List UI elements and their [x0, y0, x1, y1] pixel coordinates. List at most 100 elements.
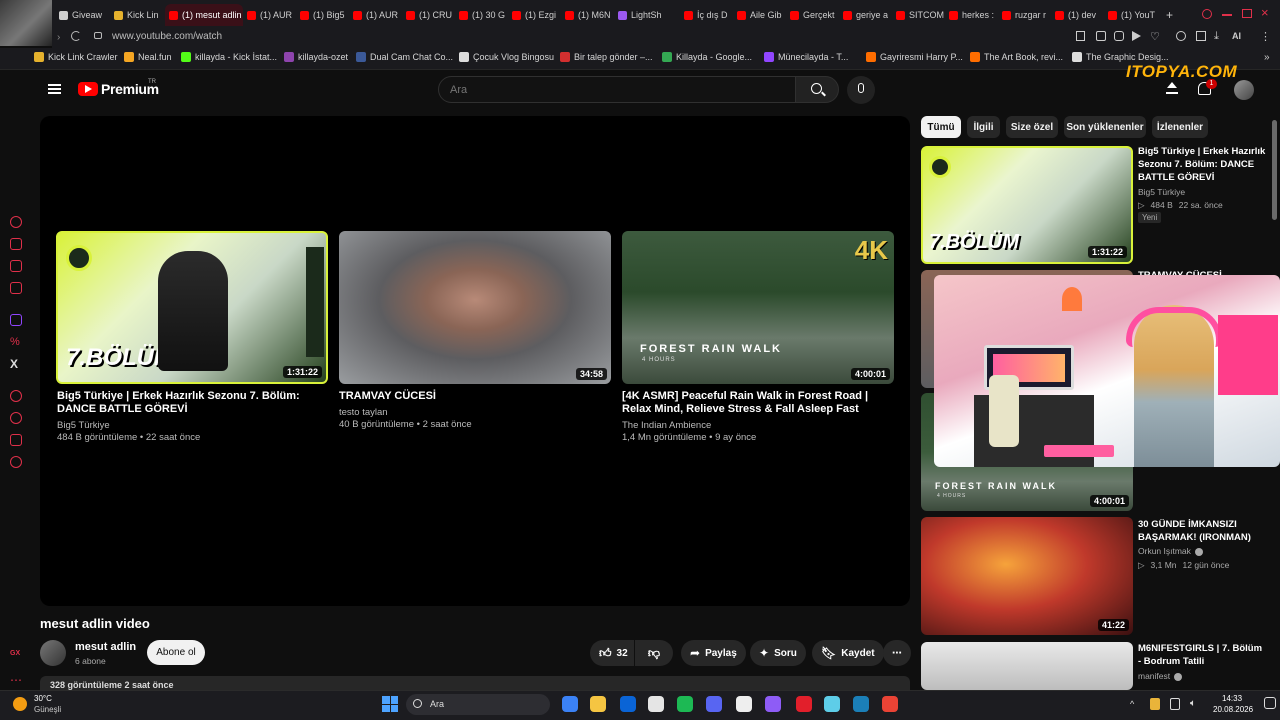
bookmark-item[interactable]: Bir talep gönder –...	[560, 52, 653, 62]
browser-tab[interactable]: (1) CRU	[402, 4, 455, 26]
browser-tab[interactable]: Gerçekt	[786, 4, 839, 26]
tray-app-icon[interactable]	[1150, 698, 1160, 710]
app-g-icon[interactable]	[736, 696, 752, 712]
more-actions-button[interactable]: ⋯	[883, 640, 911, 666]
x-icon[interactable]: X	[10, 358, 22, 370]
notepad-icon[interactable]	[824, 696, 840, 712]
bookmark-item[interactable]: The Art Book, revi...	[970, 52, 1063, 62]
browser-tab[interactable]: (1) mesut adlin	[165, 4, 243, 26]
outlook-icon[interactable]	[620, 696, 636, 712]
subscribe-button[interactable]: Abone ol	[147, 640, 205, 665]
description-box[interactable]: 328 görüntüleme 2 saat önce	[40, 676, 910, 690]
suggestion-title-2[interactable]: TRAMVAY CÜCESİ	[339, 390, 611, 403]
sidebar-channel-1[interactable]: Big5 Türkiye	[1138, 186, 1185, 199]
bookmark-item[interactable]: Killayda - Google...	[662, 52, 752, 62]
cube-icon[interactable]	[10, 434, 22, 446]
shield-icon[interactable]	[1114, 31, 1124, 41]
browser-tab[interactable]: geriye a	[839, 4, 892, 26]
bookmark-item[interactable]: Kick Link Crawler	[34, 52, 118, 62]
sidebar-channel-4[interactable]: Orkun Işıtmak	[1138, 545, 1203, 558]
suggestion-title-3[interactable]: [4K ASMR] Peaceful Rain Walk in Forest R…	[622, 390, 894, 416]
dislike-button[interactable]: 👎︎	[635, 640, 673, 666]
browser-tab[interactable]: (1) AUR	[243, 4, 296, 26]
sidebar-channel-5[interactable]: manifest	[1138, 670, 1183, 683]
voice-search-button[interactable]	[847, 76, 875, 104]
browser-tab[interactable]: (1) YouT	[1104, 4, 1157, 26]
sidebar-thumb-5[interactable]	[921, 642, 1133, 690]
browser-tab[interactable]: İç dış D	[680, 4, 733, 26]
gx-icon[interactable]: GX	[10, 650, 22, 662]
heart-icon[interactable]: ♡	[1150, 30, 1160, 43]
taskbar-search[interactable]	[406, 694, 550, 715]
player-icon[interactable]	[10, 390, 22, 402]
tray-overflow-icon[interactable]: ^	[1130, 699, 1134, 709]
suggestion-title-1[interactable]: Big5 Türkiye | Erkek Hazırlık Sezonu 7. …	[57, 390, 329, 416]
browser-tab[interactable]: (1) 30 G	[455, 4, 508, 26]
chip-for-you[interactable]: Size özel	[1006, 116, 1058, 138]
spotify-icon[interactable]	[677, 696, 693, 712]
instagram-icon[interactable]	[10, 282, 22, 294]
notifications-center-icon[interactable]	[1264, 697, 1276, 709]
file-explorer-icon[interactable]	[590, 696, 606, 712]
chip-all[interactable]: Tümü	[921, 116, 961, 138]
windows-icon[interactable]	[562, 696, 578, 712]
sidebar-thumb-1[interactable]: 7.BÖLÜM 1:31:22	[921, 146, 1133, 264]
twitch-icon[interactable]	[10, 314, 22, 326]
browser-tab[interactable]: (1) Big5	[296, 4, 349, 26]
maximize-icon[interactable]	[1242, 9, 1252, 18]
tray-device-icon[interactable]	[1170, 698, 1180, 710]
extensions-icon[interactable]	[1096, 31, 1106, 41]
sidebar-toggle-icon[interactable]	[1176, 31, 1186, 41]
browser-tab[interactable]: (1) AUR	[349, 4, 402, 26]
bookmarks-overflow-icon[interactable]: »	[1264, 52, 1270, 63]
chip-watched[interactable]: İzlenenler	[1152, 116, 1208, 138]
browser-tab[interactable]: Aile Gib	[733, 4, 786, 26]
url-text[interactable]: www.youtube.com/watch	[112, 31, 222, 42]
like-button[interactable]: 👍︎ 32	[590, 640, 634, 666]
share-button[interactable]: ➦ Paylaş	[681, 640, 746, 666]
browser-tab[interactable]: Giveaw	[55, 4, 110, 26]
bookmark-item[interactable]: killayda-ozet	[284, 52, 348, 62]
browser-tab[interactable]: SITCOM	[892, 4, 945, 26]
channel-avatar[interactable]	[40, 640, 66, 666]
sidebar-title-1[interactable]: Big5 Türkiye | Erkek Hazırlık Sezonu 7. …	[1138, 145, 1266, 184]
bookmark-item[interactable]: Münecilayda - T...	[764, 52, 848, 62]
screenshot-icon[interactable]	[1196, 31, 1206, 41]
bookmark-item[interactable]: Çocuk Vlog Bingosu	[459, 52, 554, 62]
chatgpt-icon[interactable]	[648, 696, 664, 712]
browser-tab[interactable]: Kick Lin	[110, 4, 165, 26]
grid-app-icon[interactable]	[765, 696, 781, 712]
steam-icon[interactable]	[853, 696, 869, 712]
browser-profile-avatar[interactable]	[0, 0, 52, 46]
sun-icon[interactable]	[13, 697, 27, 711]
sidebar-thumb-4[interactable]: 41:22	[921, 517, 1133, 635]
more-icon[interactable]: ⋯	[10, 674, 22, 686]
browser-tab[interactable]: ruzgar r	[998, 4, 1051, 26]
opera-icon[interactable]	[796, 696, 812, 712]
clock-time[interactable]: 14:33	[1222, 694, 1242, 703]
history-icon[interactable]	[10, 412, 22, 424]
chip-related[interactable]: İlgili	[967, 116, 1000, 138]
chatgpt-icon[interactable]	[10, 216, 22, 228]
account-avatar[interactable]	[1234, 80, 1254, 100]
sidebar-scrollbar[interactable]	[1272, 120, 1277, 220]
weather-description[interactable]: Güneşli	[34, 705, 61, 714]
browser-tab[interactable]: (1) M6N	[561, 4, 614, 26]
search-tabs-icon[interactable]	[1202, 9, 1212, 19]
browser-tab[interactable]: LightSh	[614, 4, 680, 26]
search-button[interactable]	[795, 76, 839, 103]
thumbnail-forest[interactable]: 4K FOREST RAIN WALK 4 HOURS 4:00:01	[622, 231, 894, 384]
percent-icon[interactable]: %	[10, 336, 22, 348]
minimize-icon[interactable]	[1222, 14, 1232, 16]
bookmark-item[interactable]: The Graphic Desig...	[1072, 52, 1169, 62]
thumbnail-tramvay[interactable]: 34:58	[339, 231, 611, 384]
hamburger-menu-icon[interactable]	[48, 84, 61, 94]
close-window-icon[interactable]: ×	[1261, 6, 1269, 19]
chip-recent[interactable]: Son yüklenenler	[1064, 116, 1146, 138]
forward-icon[interactable]: ›	[57, 32, 60, 43]
bookmark-page-icon[interactable]	[1076, 31, 1085, 41]
bookmark-item[interactable]: killayda - Kick İstat...	[181, 52, 277, 62]
start-button[interactable]	[382, 696, 398, 712]
download-icon[interactable]: ⤓	[1214, 30, 1219, 43]
menu-icon[interactable]: ⋮	[1260, 30, 1271, 43]
